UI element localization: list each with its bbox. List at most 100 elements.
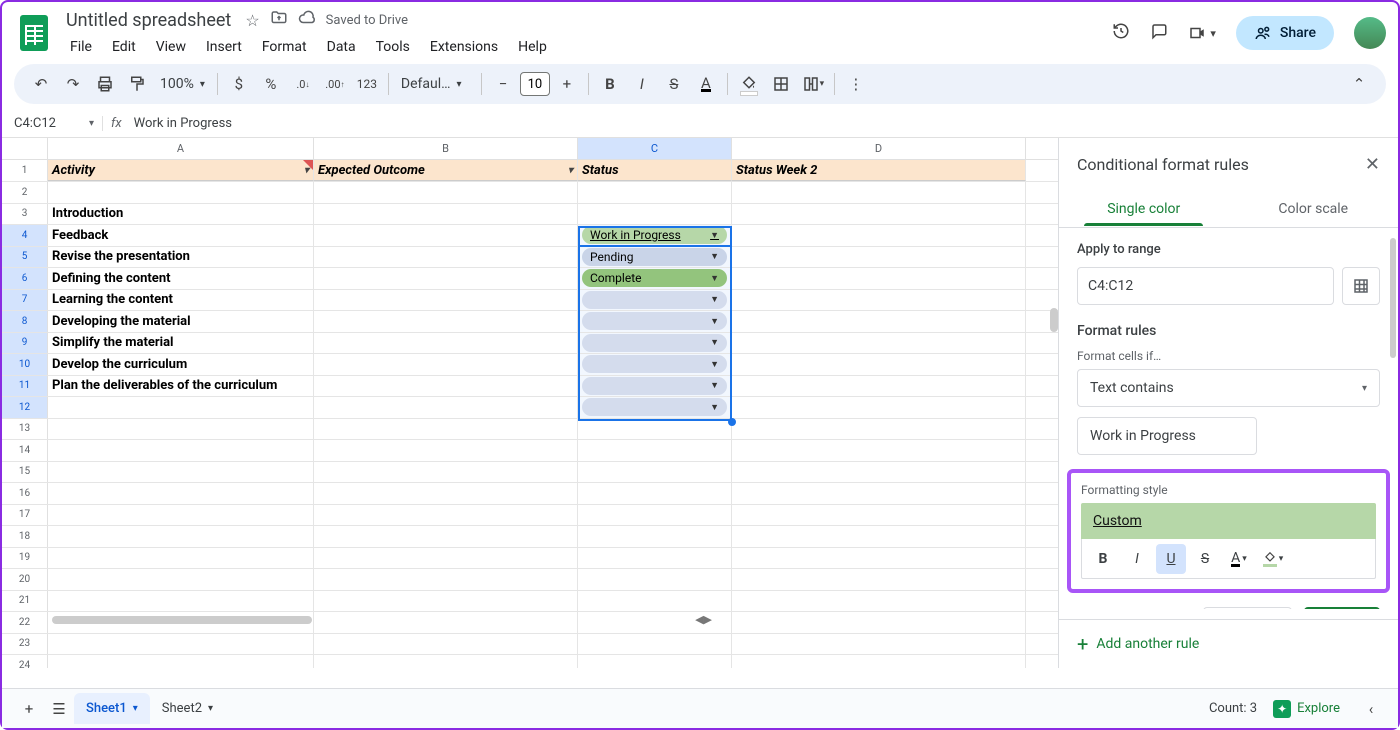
undo-button[interactable]: ↶ xyxy=(26,69,56,99)
status-chip[interactable]: Work in Progress▼ xyxy=(582,226,727,244)
cell[interactable] xyxy=(314,182,578,203)
cell[interactable] xyxy=(732,569,1026,590)
status-chip[interactable]: ▼ xyxy=(582,334,727,352)
row-header[interactable]: 7 xyxy=(2,290,48,311)
style-text-color[interactable]: A▾ xyxy=(1224,544,1254,574)
move-folder-icon[interactable] xyxy=(270,9,288,31)
cell[interactable]: Feedback xyxy=(48,225,314,246)
cell[interactable] xyxy=(732,612,1026,633)
formula-input[interactable]: Work in Progress xyxy=(130,116,232,131)
select-all-corner[interactable] xyxy=(2,138,48,159)
increase-font-size[interactable]: + xyxy=(552,69,582,99)
cell[interactable] xyxy=(732,591,1026,612)
merge-cells-button[interactable]: ▾ xyxy=(798,69,828,99)
cell[interactable] xyxy=(48,569,314,590)
row-header[interactable]: 5 xyxy=(2,247,48,268)
status-chip[interactable]: ▼ xyxy=(582,355,727,373)
menu-format[interactable]: Format xyxy=(254,35,315,59)
cell[interactable]: Status Week 2 xyxy=(732,160,1026,181)
zoom-dropdown[interactable]: 100% ▾ xyxy=(154,76,211,92)
status-chip[interactable]: ▼ xyxy=(582,291,727,309)
doc-title[interactable]: Untitled spreadsheet xyxy=(62,8,235,33)
cell[interactable] xyxy=(48,526,314,547)
row-header[interactable]: 14 xyxy=(2,440,48,461)
cell[interactable] xyxy=(732,526,1026,547)
style-preview[interactable]: Custom xyxy=(1081,503,1376,539)
chevron-down-icon[interactable]: ▼ xyxy=(710,230,719,241)
borders-button[interactable] xyxy=(766,69,796,99)
col-header-A[interactable]: A xyxy=(48,138,314,159)
row-header[interactable]: 16 xyxy=(2,483,48,504)
menu-extensions[interactable]: Extensions xyxy=(422,35,506,59)
done-button[interactable]: Done xyxy=(1304,607,1380,609)
cell[interactable] xyxy=(48,440,314,461)
cell[interactable] xyxy=(732,311,1026,332)
status-chip[interactable]: ▼ xyxy=(582,312,727,330)
row-header[interactable]: 22 xyxy=(2,612,48,633)
cell[interactable] xyxy=(48,182,314,203)
cell[interactable] xyxy=(732,268,1026,289)
cell[interactable]: Introduction xyxy=(48,204,314,225)
cell[interactable] xyxy=(314,397,578,418)
chevron-down-icon[interactable]: ▼ xyxy=(710,273,719,284)
menu-help[interactable]: Help xyxy=(510,35,555,59)
cell[interactable] xyxy=(314,247,578,268)
cell[interactable] xyxy=(732,483,1026,504)
cell[interactable] xyxy=(732,354,1026,375)
cell[interactable]: Plan the deliverables of the curriculum xyxy=(48,376,314,397)
status-chip[interactable]: ▼ xyxy=(582,398,727,416)
style-underline[interactable]: U xyxy=(1156,544,1186,574)
chevron-down-icon[interactable]: ▼ xyxy=(710,380,719,391)
percent-button[interactable]: % xyxy=(256,69,286,99)
cell[interactable] xyxy=(732,505,1026,526)
row-header[interactable]: 10 xyxy=(2,354,48,375)
scroll-right[interactable]: ▶ xyxy=(704,613,712,626)
bold-button[interactable]: B xyxy=(595,69,625,99)
cell[interactable] xyxy=(732,376,1026,397)
col-header-C[interactable]: C xyxy=(578,138,732,159)
chevron-down-icon[interactable]: ▼ xyxy=(710,337,719,348)
menu-edit[interactable]: Edit xyxy=(104,35,144,59)
cell[interactable] xyxy=(48,483,314,504)
menu-tools[interactable]: Tools xyxy=(368,35,418,59)
star-icon[interactable]: ☆ xyxy=(245,11,259,30)
style-strikethrough[interactable]: S xyxy=(1190,544,1220,574)
row-header[interactable]: 11 xyxy=(2,376,48,397)
meet-button[interactable]: ▾ xyxy=(1188,24,1216,42)
menu-view[interactable]: View xyxy=(148,35,194,59)
cell[interactable]: Learning the content xyxy=(48,290,314,311)
cell[interactable]: ▼ xyxy=(578,376,732,397)
add-sheet-button[interactable]: + xyxy=(14,694,44,724)
side-panel-toggle[interactable]: ‹ xyxy=(1356,694,1386,724)
currency-button[interactable]: $ xyxy=(224,69,254,99)
cell[interactable] xyxy=(48,634,314,655)
panel-scrollbar[interactable] xyxy=(1390,238,1396,358)
cell[interactable] xyxy=(578,591,732,612)
tab-single-color[interactable]: Single color xyxy=(1059,191,1229,227)
font-size-input[interactable] xyxy=(520,72,550,96)
cell[interactable]: ▼ xyxy=(578,290,732,311)
decrease-decimal-button[interactable]: .0↓ xyxy=(288,69,318,99)
cell[interactable] xyxy=(314,333,578,354)
fill-color-button[interactable] xyxy=(734,69,764,99)
cell[interactable] xyxy=(48,591,314,612)
cell[interactable]: Pending▼ xyxy=(578,247,732,268)
sheet-tab[interactable]: Sheet2▾ xyxy=(150,693,225,724)
cell[interactable] xyxy=(732,333,1026,354)
increase-decimal-button[interactable]: .00↑ xyxy=(320,69,350,99)
italic-button[interactable]: I xyxy=(627,69,657,99)
chevron-down-icon[interactable]: ▼ xyxy=(710,359,719,370)
row-header[interactable]: 18 xyxy=(2,526,48,547)
cell[interactable]: Status xyxy=(578,160,732,181)
filter-icon[interactable]: ▾ xyxy=(568,165,573,176)
explore-button[interactable]: ✦ Explore xyxy=(1273,700,1340,718)
cell[interactable]: ▼ xyxy=(578,354,732,375)
col-header-D[interactable]: D xyxy=(732,138,1026,159)
cell[interactable] xyxy=(578,440,732,461)
row-header[interactable]: 23 xyxy=(2,634,48,655)
cell[interactable] xyxy=(578,655,732,668)
cell[interactable] xyxy=(48,548,314,569)
text-color-button[interactable]: A xyxy=(691,69,721,99)
cell[interactable] xyxy=(314,526,578,547)
cell[interactable] xyxy=(314,354,578,375)
